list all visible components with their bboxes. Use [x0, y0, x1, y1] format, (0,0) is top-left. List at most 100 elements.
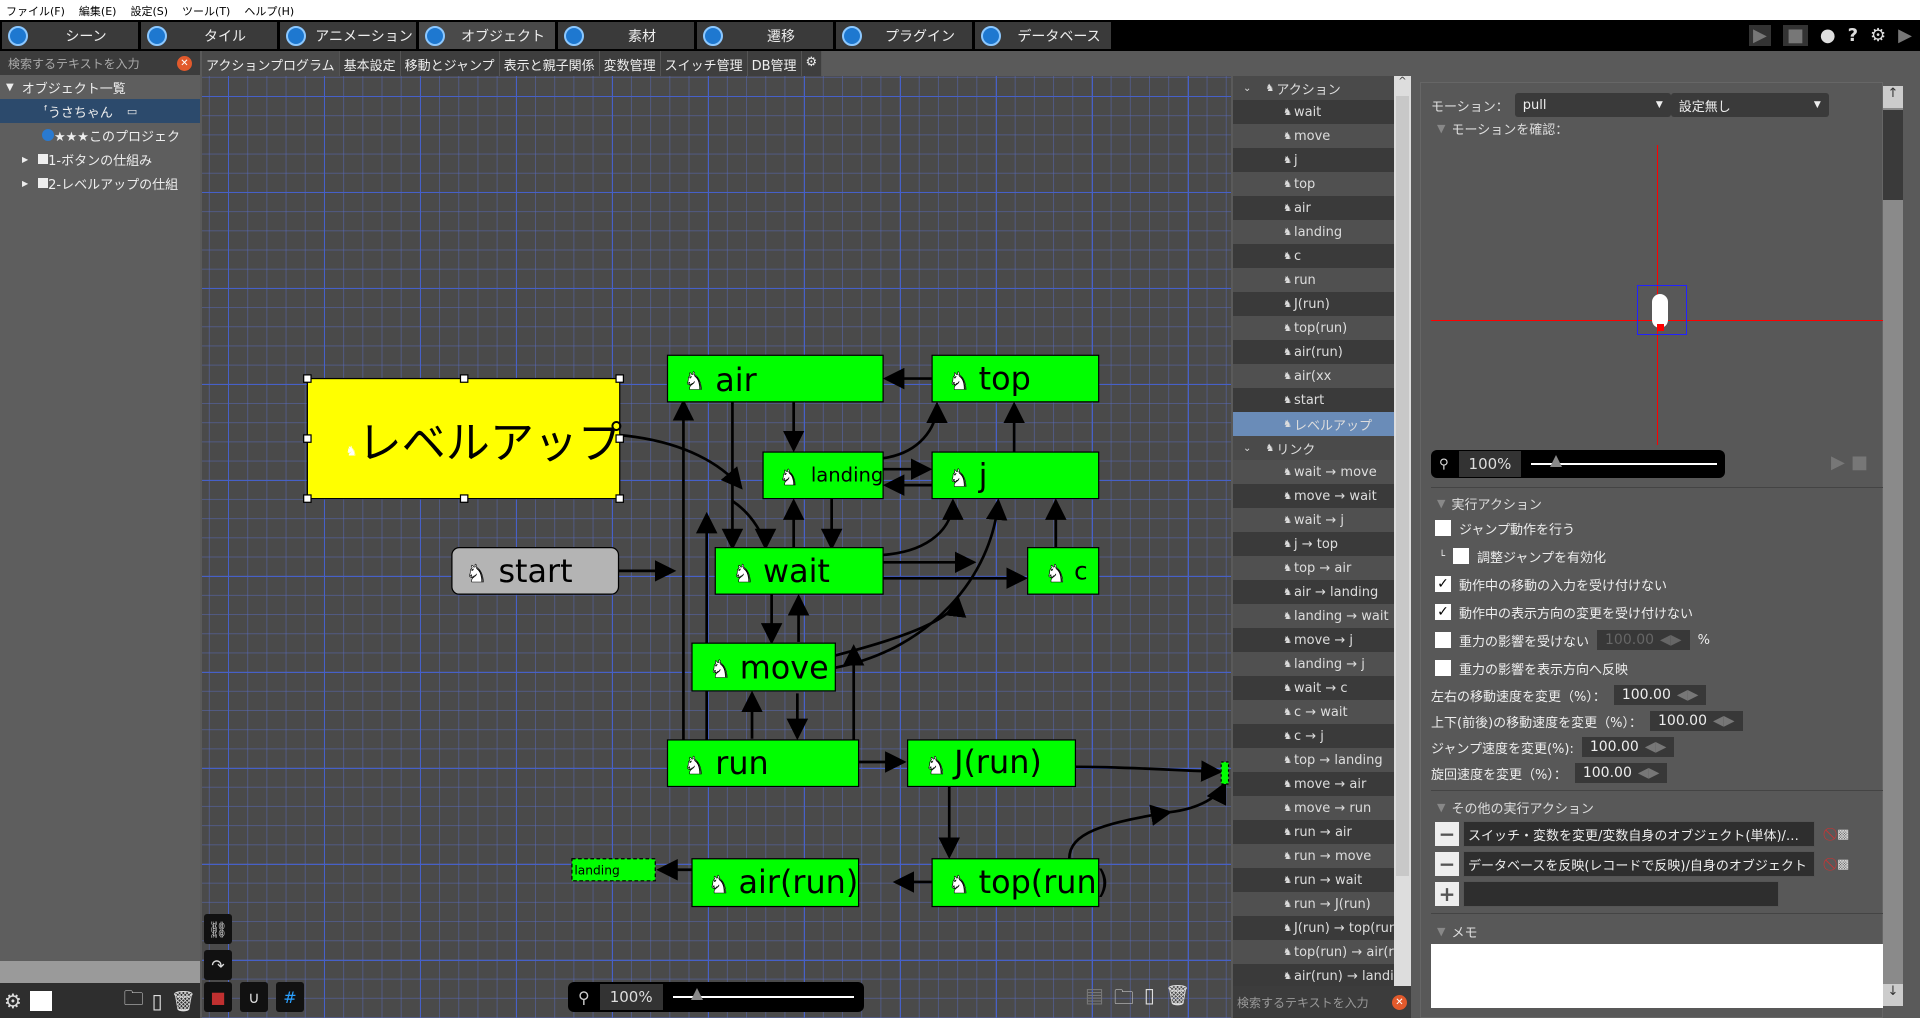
link-list-item[interactable]: ♞ top → landing — [1233, 748, 1394, 772]
preview-play-icon[interactable]: ▶ — [1831, 452, 1845, 473]
link-list-item[interactable]: ♞ wait → move — [1233, 460, 1394, 484]
action-list-item[interactable]: ♞ j — [1233, 148, 1394, 172]
link-list-item[interactable]: ♞ run → wait — [1233, 868, 1394, 892]
tab-switches[interactable]: スイッチ管理 — [660, 51, 748, 76]
action-list-item[interactable]: ♞ air — [1233, 196, 1394, 220]
link-list-item[interactable]: ♞ move → run — [1233, 796, 1394, 820]
preview-zoom-value[interactable]: 100% — [1458, 451, 1522, 477]
link-list-item[interactable]: ♞ landing → j — [1233, 652, 1394, 676]
film-icon[interactable]: ▩ — [1837, 857, 1849, 872]
link-list-item[interactable]: ♞ move → air — [1233, 772, 1394, 796]
node-airrun[interactable]: ♞ air(run) — [691, 858, 860, 908]
action-list-item[interactable]: ♞ move — [1233, 124, 1394, 148]
checkbox[interactable]: ✓ — [1435, 576, 1451, 592]
object-color-icon[interactable]: ■ — [204, 982, 232, 1012]
other-actions-header[interactable]: ▼ その他の実行アクション — [1431, 795, 1883, 819]
node-landing[interactable]: ♞ landing — [762, 451, 884, 500]
tab-transition[interactable]: 遷移 — [697, 22, 833, 49]
tab-database[interactable]: データベース — [975, 22, 1111, 49]
object-search[interactable]: 検索するテキストを入力 ✕ — [0, 51, 200, 75]
node-move[interactable]: ♞ move — [691, 642, 836, 692]
action-list-item[interactable]: ♞ J(run) — [1233, 292, 1394, 316]
link-list-item[interactable]: ♞ J(run) → top(run) — [1233, 916, 1394, 940]
node-jrun[interactable]: ♞ J(run) — [906, 739, 1077, 788]
link-list-item[interactable]: ♞ j → top — [1233, 532, 1394, 556]
checkbox[interactable] — [1453, 548, 1470, 564]
link-list-item[interactable]: ♞ air → landing — [1233, 580, 1394, 604]
horizontal-scrollbar[interactable] — [0, 961, 200, 983]
expand-icon[interactable]: ▶ — [22, 179, 28, 188]
menu-edit[interactable]: 編集(E) — [79, 3, 117, 18]
node-c[interactable]: ♞ c — [1027, 547, 1100, 595]
tree-item-project[interactable]: ★★★このプロジェク — [0, 123, 200, 147]
menu-file[interactable]: ファイル(F) — [6, 3, 65, 18]
tree-item-folder-2[interactable]: ▶ 2-レベルアップの仕組 — [0, 171, 200, 195]
action-program-canvas[interactable]: ♞ レベルアップ ♞ air ♞ top ♞ landing ♞ j ♞ start ♞ wa… — [202, 76, 1231, 1018]
play-icon[interactable]: ▶ — [1748, 25, 1771, 46]
tab-material[interactable]: 素材 — [558, 22, 694, 49]
remove-action-button[interactable]: − — [1435, 852, 1459, 876]
memo-textarea[interactable] — [1431, 944, 1883, 1008]
tab-display-parent[interactable]: 表示と親子関係 — [499, 51, 600, 76]
canvas-zoom-slider[interactable] — [672, 988, 854, 1000]
stepper-arrows-icon[interactable]: ◀▶ — [1645, 739, 1667, 755]
delete-icon[interactable]: 🗑 — [171, 989, 196, 1013]
stop-icon[interactable]: ■ — [1782, 25, 1808, 46]
node-offscreen[interactable] — [1220, 761, 1230, 785]
motion-option-select[interactable]: 設定無し ▼ — [1670, 93, 1829, 117]
action-list-item[interactable]: ♞ air(xx — [1233, 364, 1394, 388]
redo-arrow-icon[interactable]: ↷ — [204, 950, 232, 980]
link-list-item[interactable]: ♞ wait → j — [1233, 508, 1394, 532]
tab-variables[interactable]: 変数管理 — [599, 51, 661, 76]
action-list-item[interactable]: ♞ レベルアップ — [1233, 412, 1394, 436]
stepper-arrows-icon[interactable]: ◀▶ — [1713, 713, 1735, 729]
add-action-button[interactable]: + — [1435, 882, 1459, 906]
canvas-zoom-value[interactable]: 100% — [599, 984, 663, 1010]
film-icon[interactable]: ▩ — [1837, 827, 1849, 842]
tree-item-usachan[interactable]: ᶠ うさちゃん ▭ — [0, 99, 200, 123]
tab-move-jump[interactable]: 移動とジャンプ — [400, 51, 500, 76]
tab-action-program[interactable]: アクションプログラム — [202, 51, 340, 76]
film-icon[interactable] — [29, 990, 52, 1011]
collapse-icon[interactable]: ▼ — [6, 82, 14, 93]
node-toprun[interactable]: ♞ top(run) — [931, 858, 1109, 908]
action-list-item[interactable]: ♞ air(run) — [1233, 340, 1394, 364]
action-search[interactable]: 検索するテキストを入力 ✕ — [1233, 986, 1411, 1018]
stepper-arrows-icon[interactable]: ◀▶ — [1677, 687, 1699, 703]
clear-icon[interactable]: ✕ — [177, 55, 192, 71]
tab-db[interactable]: DB管理 — [747, 51, 802, 76]
checkbox[interactable] — [1435, 520, 1451, 536]
preview-zoom-slider[interactable] — [1531, 455, 1717, 467]
node-j[interactable]: ♞ j — [931, 451, 1100, 500]
menu-tools[interactable]: ツール(T) — [182, 3, 230, 18]
tab-basic-settings[interactable]: 基本設定 — [339, 51, 401, 76]
memo-header[interactable]: ▼ メモ — [1431, 918, 1883, 944]
link-list-item[interactable]: ♞ top → air — [1233, 556, 1394, 580]
actions-group-header[interactable]: ⌄ ♞ アクション — [1233, 76, 1394, 100]
expand-icon[interactable]: ▶ — [1898, 25, 1912, 46]
properties-scrollbar[interactable]: ↑ ↓ — [1883, 86, 1903, 1006]
speed-input[interactable]: 100.00 ◀▶ — [1581, 737, 1675, 757]
stepper-arrows-icon[interactable]: ◀▶ — [1638, 765, 1660, 781]
new-action-slot[interactable] — [1463, 881, 1779, 907]
menu-settings[interactable]: 設定(S) — [130, 3, 168, 18]
link-list-item[interactable]: ♞ c → wait — [1233, 700, 1394, 724]
motion-preview-header[interactable]: ▼ モーションを確認： — [1437, 119, 1568, 138]
link-list-item[interactable]: ♞top(run) → air(run) — [1233, 940, 1394, 964]
link-list-item[interactable]: ♞ run → move — [1233, 844, 1394, 868]
action-list-scrollbar[interactable]: ^ — [1394, 76, 1411, 986]
tab-animation[interactable]: アニメーション — [280, 22, 416, 49]
add-folder-icon[interactable]: 🗀 — [1114, 983, 1134, 1017]
delete-icon[interactable]: 🗑 — [1165, 983, 1190, 1017]
node-air[interactable]: ♞ air — [666, 354, 884, 403]
clear-icon[interactable]: ✕ — [1392, 994, 1407, 1010]
link-list-item[interactable]: ♞ run → J(run) — [1233, 892, 1394, 916]
link-icon[interactable]: ⛓ — [204, 914, 232, 944]
help-icon[interactable]: ? — [1848, 25, 1858, 46]
add-object-icon[interactable]: ▯ — [152, 989, 163, 1013]
motion-select[interactable]: pull ▼ — [1514, 93, 1671, 117]
undo-icon[interactable]: ● — [1820, 25, 1836, 46]
tab-plugin[interactable]: プラグイン — [836, 22, 972, 49]
add-action-icon[interactable]: ▯ — [1144, 983, 1155, 1017]
node-run[interactable]: ♞ run — [666, 739, 860, 788]
